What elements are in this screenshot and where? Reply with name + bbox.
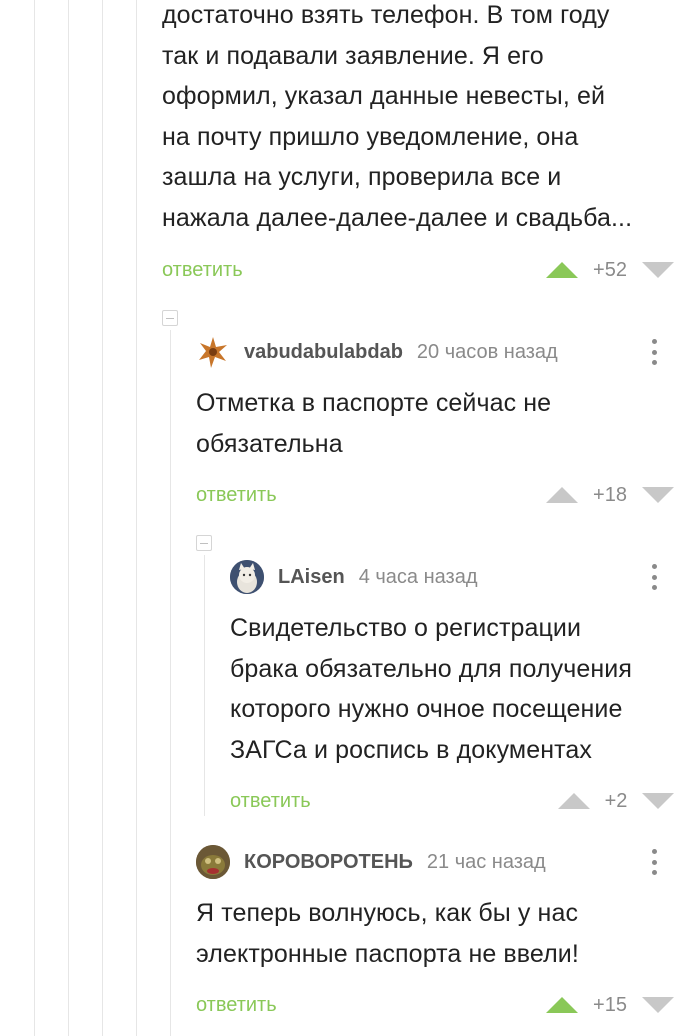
reply-button[interactable]: ответить [196, 483, 277, 507]
thread-line [34, 0, 35, 1036]
upvote-icon[interactable] [546, 487, 578, 503]
rating: +52 [546, 258, 674, 282]
comment-text: Я теперь волнуюсь, как бы у нас электрон… [196, 899, 579, 968]
comment-header: КОРОВОРОТЕНЬ 21 час назад [196, 845, 546, 879]
reply-button[interactable]: ответить [162, 258, 243, 282]
reply-button[interactable]: ответить [230, 789, 311, 813]
reply-button[interactable]: ответить [196, 993, 277, 1017]
timestamp[interactable]: 21 час назад [427, 851, 546, 874]
upvote-icon[interactable] [546, 262, 578, 278]
username[interactable]: vabudabulabdab [244, 341, 403, 364]
downvote-icon[interactable] [642, 262, 674, 278]
upvote-icon[interactable] [558, 793, 590, 809]
score: +52 [593, 258, 627, 281]
score: +18 [593, 483, 627, 506]
thread-line [170, 330, 171, 1036]
collapse-icon[interactable] [162, 310, 178, 326]
comment-text: достаточно взять телефон. В том году так… [162, 1, 633, 232]
more-options-icon[interactable] [652, 564, 658, 590]
collapse-icon[interactable] [196, 535, 212, 551]
score: +15 [593, 993, 627, 1016]
thread-line [136, 0, 137, 1036]
timestamp[interactable]: 20 часов назад [417, 341, 558, 364]
username[interactable]: КОРОВОРОТЕНЬ [244, 851, 413, 874]
downvote-icon[interactable] [642, 793, 674, 809]
downvote-icon[interactable] [642, 487, 674, 503]
avatar[interactable] [230, 560, 264, 594]
thread-line [68, 0, 69, 1036]
score: +2 [604, 789, 628, 812]
more-options-icon[interactable] [652, 849, 658, 875]
comment-header: vabudabulabdab 20 часов назад [196, 335, 558, 369]
avatar-image-icon [196, 845, 230, 879]
thread-line [204, 555, 205, 816]
avatar[interactable] [196, 845, 230, 879]
avatar-image-icon [199, 337, 227, 368]
timestamp[interactable]: 4 часа назад [359, 566, 478, 589]
comment-text: Свидетельство о регистрации брака обязат… [230, 614, 632, 764]
upvote-icon[interactable] [546, 997, 578, 1013]
rating: +15 [546, 993, 674, 1017]
rating: +18 [546, 483, 674, 507]
username[interactable]: LAisen [278, 566, 345, 589]
avatar-image-icon [230, 560, 264, 594]
avatar[interactable] [196, 335, 230, 369]
more-options-icon[interactable] [652, 339, 658, 365]
rating: +2 [558, 789, 674, 813]
downvote-icon[interactable] [642, 997, 674, 1013]
comment-text: Отметка в паспорте сейчас не обязательна [196, 389, 552, 458]
comment-header: LAisen 4 часа назад [230, 560, 478, 594]
thread-line [102, 0, 103, 1036]
